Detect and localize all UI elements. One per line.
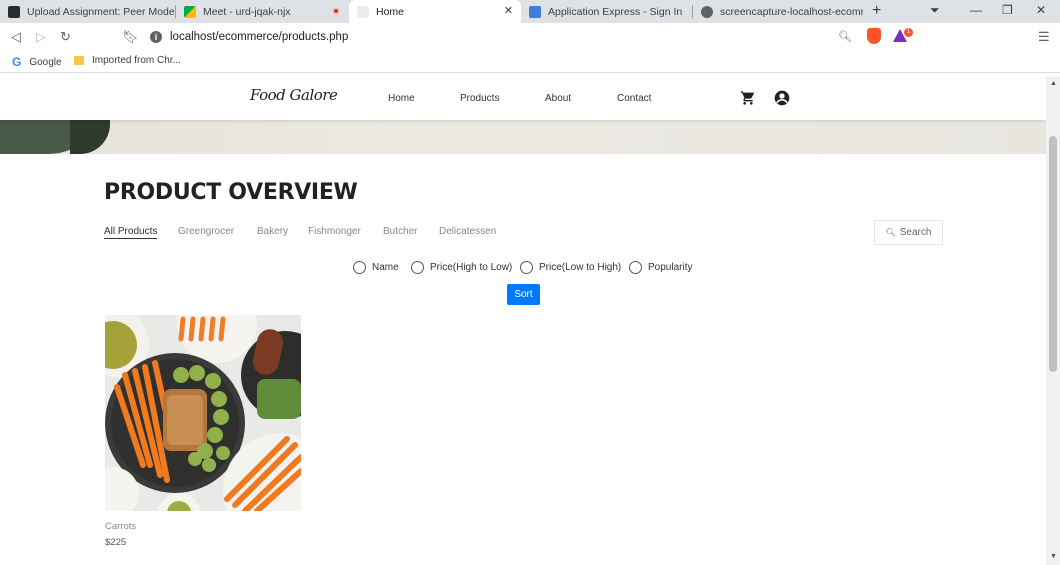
browser-tab[interactable]: Application Express - Sign In bbox=[521, 0, 693, 23]
bookmarks-bar: G Google Imported from Chr... bbox=[0, 51, 1060, 73]
radio-button[interactable] bbox=[411, 261, 424, 274]
sort-option-label: Popularity bbox=[648, 262, 693, 273]
browser-menu-icon[interactable]: ☰ bbox=[1038, 29, 1050, 45]
search-label: Search bbox=[899, 227, 932, 238]
url-text: localhost/ecommerce/products.php bbox=[170, 31, 349, 43]
page-scrollbar[interactable]: ▲ ▼ bbox=[1046, 76, 1060, 565]
radio-button[interactable] bbox=[353, 261, 366, 274]
zoom-icon[interactable]: 🔍︎ bbox=[838, 30, 852, 43]
sort-option-popularity[interactable]: Popularity bbox=[629, 261, 692, 274]
hero-banner bbox=[0, 120, 1046, 154]
google-icon: G bbox=[12, 55, 22, 69]
sort-option-label: Price(Low to High) bbox=[539, 262, 622, 273]
tab-title: screencapture-localhost-ecomme bbox=[720, 5, 863, 18]
filter-delicatessen[interactable]: Delicatessen bbox=[439, 226, 496, 237]
sort-options: Name Price(High to Low) Price(Low to Hig… bbox=[0, 261, 1046, 277]
folder-icon bbox=[74, 56, 84, 65]
tab-search-icon[interactable]: ⏷ bbox=[930, 3, 940, 18]
product-price: $225 bbox=[105, 537, 127, 548]
tab-title: Meet - urd-jqak-njx bbox=[203, 5, 291, 18]
bookmark-label: Imported from Chr... bbox=[92, 55, 181, 66]
site-header: Food Galore Home Products About Contact bbox=[0, 76, 1046, 120]
filter-all-products[interactable]: All Products bbox=[104, 226, 158, 239]
browser-tab[interactable]: Upload Assignment: Peer Moderat bbox=[0, 0, 174, 23]
reload-icon[interactable]: ↻ bbox=[60, 29, 71, 45]
tab-title: Application Express - Sign In bbox=[548, 5, 683, 18]
page-icon bbox=[357, 5, 369, 18]
sort-button[interactable]: Sort bbox=[507, 284, 540, 305]
scroll-thumb[interactable] bbox=[1049, 136, 1057, 372]
browser-tab-bar: Upload Assignment: Peer Moderat Meet - u… bbox=[0, 0, 1060, 23]
sort-option-label: Price(High to Low) bbox=[430, 262, 513, 273]
browser-tab[interactable]: screencapture-localhost-ecomme bbox=[693, 0, 863, 23]
page-viewport: Food Galore Home Products About Contact … bbox=[0, 76, 1046, 565]
bookmark-google[interactable]: G Google bbox=[12, 55, 62, 69]
search-button[interactable]: 🔍︎ Search bbox=[874, 220, 943, 245]
globe-icon bbox=[701, 5, 713, 18]
filter-fishmonger[interactable]: Fishmonger bbox=[308, 226, 361, 237]
info-icon[interactable]: i bbox=[150, 31, 162, 43]
new-tab-icon[interactable]: + bbox=[872, 2, 881, 20]
brave-shields-icon[interactable] bbox=[867, 28, 881, 44]
scroll-down-icon[interactable]: ▼ bbox=[1050, 553, 1057, 560]
restore-icon[interactable]: ❐ bbox=[1002, 3, 1013, 17]
filter-greengrocer[interactable]: Greengrocer bbox=[178, 226, 234, 237]
product-name[interactable]: Carrots bbox=[105, 521, 136, 532]
product-image[interactable] bbox=[105, 315, 301, 511]
sort-option-name[interactable]: Name bbox=[353, 261, 399, 274]
browser-tab[interactable]: Meet - urd-jqak-njx bbox=[176, 0, 348, 23]
recording-icon bbox=[332, 7, 340, 15]
sort-option-price-low-high[interactable]: Price(Low to High) bbox=[520, 261, 621, 274]
nav-about[interactable]: About bbox=[545, 93, 571, 104]
minimize-icon[interactable]: — bbox=[970, 3, 982, 17]
radio-button[interactable] bbox=[629, 261, 642, 274]
radio-button[interactable] bbox=[520, 261, 533, 274]
site-logo[interactable]: Food Galore bbox=[250, 86, 338, 104]
forward-icon[interactable]: ▷ bbox=[36, 29, 46, 45]
back-icon[interactable]: ◁ bbox=[11, 29, 21, 45]
nav-home[interactable]: Home bbox=[388, 93, 415, 104]
nav-products[interactable]: Products bbox=[460, 93, 499, 104]
tab-title: Home bbox=[376, 5, 405, 18]
filter-bakery[interactable]: Bakery bbox=[257, 226, 288, 237]
scroll-up-icon[interactable]: ▲ bbox=[1050, 80, 1057, 87]
sort-option-price-high-low[interactable]: Price(High to Low) bbox=[411, 261, 512, 274]
bookmark-icon[interactable]: 🔖︎ bbox=[122, 29, 139, 45]
sort-option-label: Name bbox=[372, 262, 399, 273]
browser-tab-active[interactable]: Home ✕ bbox=[349, 0, 521, 23]
search-icon: 🔍︎ bbox=[885, 228, 896, 237]
product-card[interactable]: Carrots $225 bbox=[105, 315, 301, 548]
account-icon[interactable] bbox=[774, 90, 790, 111]
hero-image-detail bbox=[70, 120, 110, 154]
filter-butcher[interactable]: Butcher bbox=[383, 226, 417, 237]
tab-title: Upload Assignment: Peer Moderat bbox=[27, 5, 174, 18]
blackboard-icon bbox=[8, 5, 20, 18]
page-title: PRODUCT OVERVIEW bbox=[104, 180, 358, 205]
bookmark-folder[interactable]: Imported from Chr... bbox=[74, 55, 181, 66]
close-icon[interactable]: ✕ bbox=[504, 4, 513, 17]
cart-icon[interactable] bbox=[740, 90, 756, 111]
address-bar[interactable]: i localhost/ecommerce/products.php 🔍︎ bbox=[146, 26, 860, 48]
bookmark-label: Google bbox=[29, 56, 62, 68]
rewards-badge: 1 bbox=[904, 28, 913, 37]
apex-icon bbox=[529, 5, 541, 18]
meet-icon bbox=[184, 5, 196, 18]
nav-contact[interactable]: Contact bbox=[617, 93, 651, 104]
window-close-icon[interactable]: ✕ bbox=[1036, 3, 1046, 17]
